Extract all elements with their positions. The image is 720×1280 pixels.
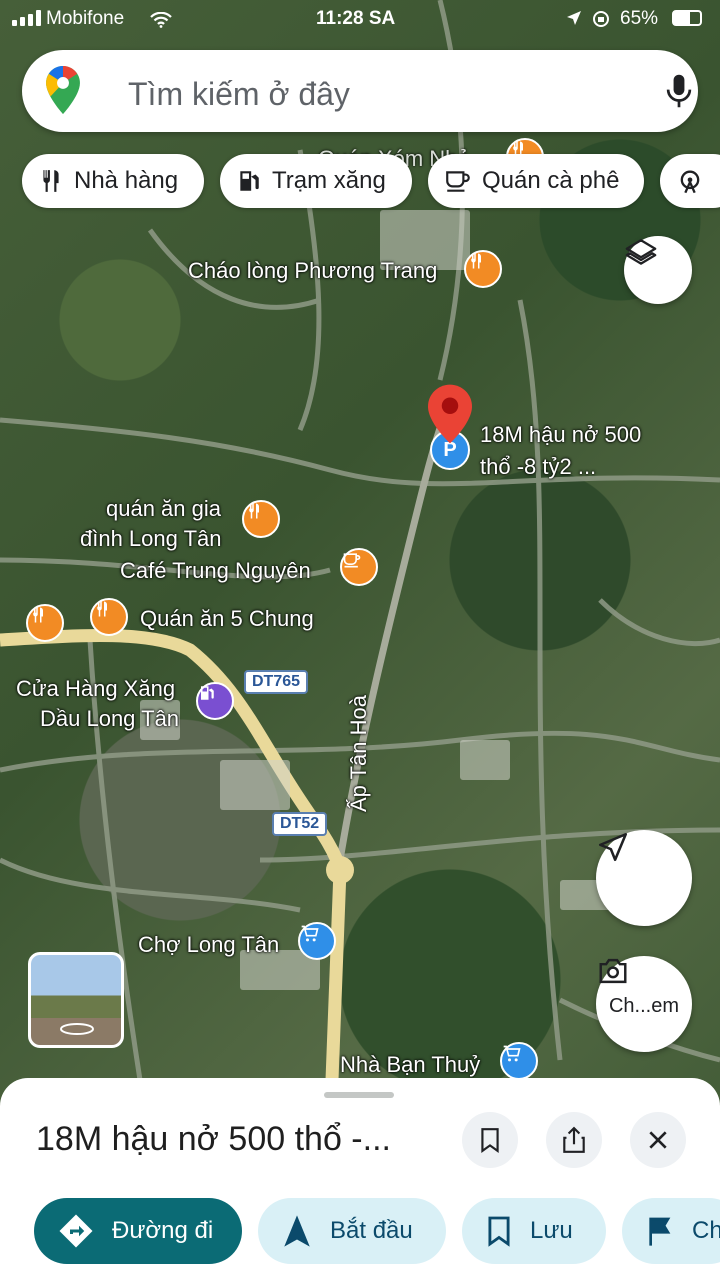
status-bar: Mobifone 11:28 SA 65% [0,0,720,38]
poi-label-cafe[interactable]: Café Trung Nguyên [120,558,311,584]
directions-label: Đường đi [112,1217,214,1244]
wifi-icon [150,12,172,28]
gas-station-pin-icon[interactable] [196,682,234,720]
battery-percentage: 65% [620,8,659,29]
camera-search-label: Ch...em [608,994,680,1017]
selected-place-marker-icon[interactable] [428,384,472,444]
gas-station-icon [236,168,262,194]
road-shield-dt765: DT765 [244,670,309,694]
chip-label: Trạm xăng [272,167,386,194]
selected-place-label-line1[interactable]: 18M hậu nở 500 [480,422,641,448]
poi-label-quan-an-line2[interactable]: đình Long Tân [80,526,222,552]
bookmark-icon [481,1128,499,1153]
poi-label-chao-long[interactable]: Cháo lòng Phương Trang [188,258,437,284]
chip-gas-stations[interactable]: Trạm xăng [220,154,412,208]
poi-label-quan-an-5[interactable]: Quán ăn 5 Chung [140,606,314,632]
restaurant-pin-icon[interactable] [26,604,64,642]
selected-place-label-line2[interactable]: thổ -8 tỷ2 ... [480,454,596,480]
map-layers-button[interactable] [624,236,692,304]
start-label: Bắt đầu [330,1217,413,1244]
check-in-button[interactable]: Ch [622,1198,720,1264]
shopping-pin-icon[interactable] [500,1042,538,1080]
flag-icon [646,1215,674,1247]
chip-label: Nhà hàng [74,167,179,194]
chip-attractions[interactable] [660,154,720,208]
place-title: 18M hậu nở 500 thổ -... [36,1120,391,1158]
restaurant-pin-icon[interactable] [464,250,502,288]
check-in-label: Ch [692,1217,720,1244]
close-icon [649,1131,667,1149]
chip-coffee[interactable]: Quán cà phê [428,154,644,208]
poi-label-quan-an-line1[interactable]: quán ăn gia [106,496,221,522]
microphone-icon[interactable] [662,72,696,110]
attraction-icon [676,167,704,195]
chip-restaurants[interactable]: Nhà hàng [22,154,204,208]
directions-button[interactable]: Đường đi [34,1198,242,1264]
navigation-arrow-icon [598,832,628,862]
rotation-lock-icon [593,11,609,27]
close-button[interactable] [630,1112,686,1168]
battery-icon [672,10,702,26]
road-label-ap-tan-hoa: Ấp Tân Hoà [346,694,371,812]
sheet-drag-handle[interactable] [324,1092,394,1098]
poi-label-nha-ban[interactable]: Nhà Bạn Thuỷ [340,1052,480,1078]
road-shield-dt52: DT52 [272,812,328,836]
camera-search-button[interactable]: Ch...em [596,956,692,1052]
restaurant-pin-icon[interactable] [90,598,128,636]
my-location-button[interactable] [596,830,692,926]
share-button[interactable] [546,1112,602,1168]
coffee-pin-icon[interactable] [340,548,378,586]
carrier-name: Mobifone [46,8,125,29]
share-icon [563,1126,585,1153]
google-maps-logo-icon [46,66,80,114]
coffee-icon [444,168,472,194]
restaurant-pin-icon[interactable] [242,500,280,538]
location-services-icon [567,11,581,25]
start-button[interactable]: Bắt đầu [258,1198,446,1264]
poi-label-xang-line1[interactable]: Cửa Hàng Xăng [16,676,175,702]
clock: 11:28 SA [316,8,396,29]
signal-icon [12,10,42,26]
rotate-360-icon [60,1023,94,1035]
save-label: Lưu [530,1217,573,1244]
directions-icon [58,1213,94,1249]
navigation-arrow-icon [282,1214,312,1248]
camera-icon [599,958,627,984]
save-button[interactable]: Lưu [462,1198,606,1264]
search-bar[interactable]: Tìm kiếm ở đây [22,50,698,132]
poi-label-cho[interactable]: Chợ Long Tân [138,932,279,958]
chip-label: Quán cà phê [482,167,620,194]
restaurant-icon [38,168,64,194]
search-input[interactable]: Tìm kiếm ở đây [128,76,350,113]
street-view-thumbnail[interactable] [28,952,124,1048]
layers-icon [625,239,657,265]
poi-label-xang-line2[interactable]: Dầu Long Tân [40,706,179,732]
shopping-pin-icon[interactable] [298,922,336,960]
save-bookmark-button[interactable] [462,1112,518,1168]
bookmark-icon [486,1215,512,1247]
